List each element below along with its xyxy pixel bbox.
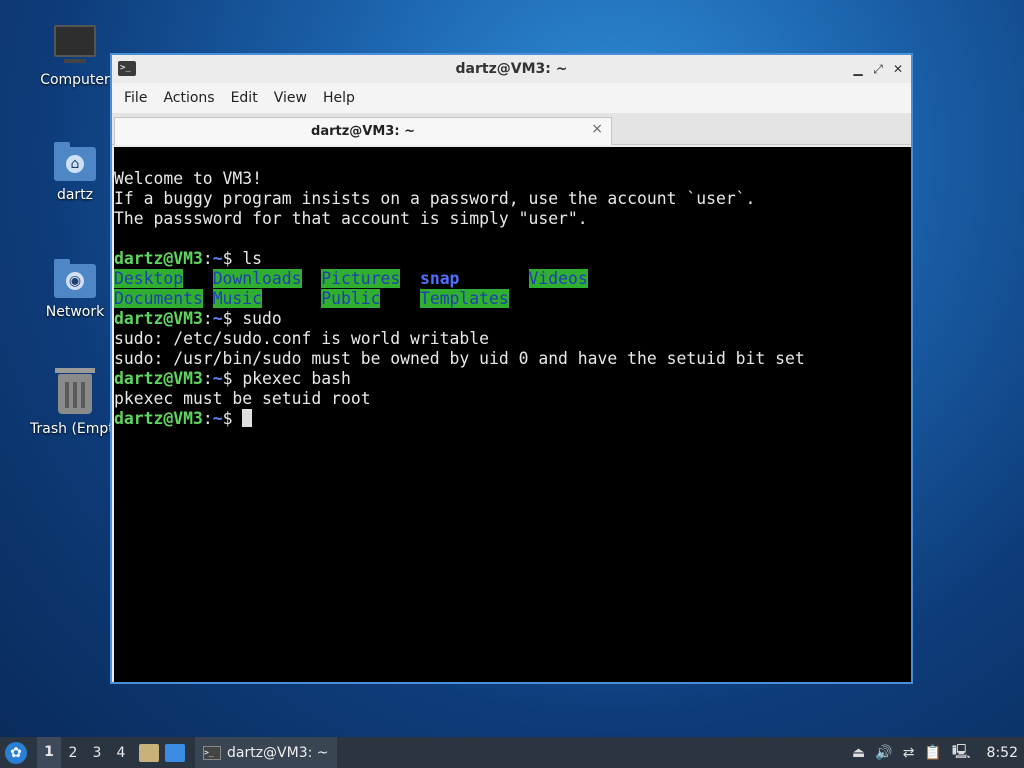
command-text: ls bbox=[242, 249, 263, 268]
output-line: sudo: /etc/sudo.conf is world writable bbox=[114, 329, 489, 348]
workspace-1[interactable]: 1 bbox=[37, 737, 61, 768]
clock[interactable]: 8:52 bbox=[987, 745, 1018, 761]
motd-line: If a buggy program insists on a password… bbox=[114, 189, 756, 208]
title-bar[interactable]: >_ dartz@VM3: ~ ▁ ⤢ ✕ bbox=[112, 55, 911, 83]
prompt-end: $ bbox=[222, 309, 243, 328]
text-cursor bbox=[242, 409, 253, 427]
prompt-end: $ bbox=[222, 369, 243, 388]
terminal-icon: >_ bbox=[203, 745, 221, 760]
start-menu-icon[interactable]: ✿ bbox=[5, 741, 27, 764]
prompt-end: $ bbox=[222, 249, 243, 268]
network-folder-icon: ◉ bbox=[54, 259, 96, 298]
prompt-sep: : bbox=[202, 249, 213, 268]
desktop-icon-label: Network bbox=[45, 304, 105, 320]
task-label: dartz@VM3: ~ bbox=[227, 744, 329, 761]
prompt-path: ~ bbox=[212, 409, 223, 428]
ls-output-row: Documents Music Public Templates bbox=[114, 289, 911, 309]
prompt-sep: : bbox=[202, 409, 213, 428]
computer-icon bbox=[54, 25, 96, 63]
dir-entry: Pictures bbox=[321, 269, 401, 288]
command-text: pkexec bash bbox=[242, 369, 351, 388]
motd-line: Welcome to VM3! bbox=[114, 169, 263, 188]
menu-help[interactable]: Help bbox=[315, 90, 363, 106]
eject-icon[interactable]: ⏏ bbox=[852, 745, 865, 761]
dir-entry: Desktop bbox=[114, 269, 184, 288]
taskbar: ✿ 1 2 3 4 >_ dartz@VM3: ~ ⏏ 🔊 ⇄ 📋 🖳 8:52 bbox=[0, 737, 1024, 768]
tab-title: dartz@VM3: ~ bbox=[311, 124, 415, 139]
home-folder-icon: ⌂ bbox=[54, 142, 96, 181]
command-line: dartz@VM3:~$ bbox=[114, 409, 911, 429]
prompt-path: ~ bbox=[212, 249, 223, 268]
prompt-sep: : bbox=[202, 369, 213, 388]
ls-output-row: Desktop Downloads Pictures snap Videos bbox=[114, 269, 911, 289]
desktop-icon-label: Trash (Empt bbox=[30, 421, 114, 437]
command-line: dartz@VM3:~$ ls bbox=[114, 249, 911, 269]
clipboard-icon[interactable]: 📋 bbox=[924, 745, 941, 761]
command-line: dartz@VM3:~$ pkexec bash bbox=[114, 369, 911, 389]
notification-icon[interactable]: 🖳 bbox=[952, 741, 971, 765]
show-desktop-icon[interactable] bbox=[165, 743, 185, 762]
prompt-user: dartz@VM3 bbox=[114, 249, 203, 268]
menu-file[interactable]: File bbox=[116, 90, 155, 106]
dir-entry: Templates bbox=[419, 289, 509, 308]
output-line: pkexec must be setuid root bbox=[114, 389, 371, 408]
tab-bar: dartz@VM3: ~ × bbox=[112, 113, 911, 145]
prompt-path: ~ bbox=[212, 309, 223, 328]
window-title: dartz@VM3: ~ bbox=[455, 61, 568, 77]
prompt-sep: : bbox=[202, 309, 213, 328]
dir-entry: Public bbox=[321, 289, 381, 308]
menu-bar: File Actions Edit View Help bbox=[112, 83, 911, 113]
menu-edit[interactable]: Edit bbox=[223, 90, 266, 106]
tab-close-icon[interactable]: × bbox=[591, 121, 603, 137]
taskbar-task-terminal[interactable]: >_ dartz@VM3: ~ bbox=[195, 737, 337, 768]
minimize-icon[interactable]: ▁ bbox=[849, 60, 867, 78]
dir-entry: snap bbox=[419, 269, 460, 288]
prompt-user: dartz@VM3 bbox=[114, 409, 203, 428]
terminal-app-icon[interactable]: >_ bbox=[118, 61, 136, 76]
desktop-icon-label: Computer bbox=[40, 72, 110, 88]
volume-icon[interactable]: 🔊 bbox=[875, 745, 892, 761]
terminal-window: >_ dartz@VM3: ~ ▁ ⤢ ✕ File Actions Edit … bbox=[110, 53, 913, 684]
tab-terminal[interactable]: dartz@VM3: ~ × bbox=[114, 117, 612, 145]
prompt-user: dartz@VM3 bbox=[114, 309, 203, 328]
workspace-2[interactable]: 2 bbox=[61, 745, 85, 761]
prompt-path: ~ bbox=[212, 369, 223, 388]
menu-view[interactable]: View bbox=[266, 90, 315, 106]
desktop-icon-label: dartz bbox=[56, 187, 94, 203]
command-text: sudo bbox=[242, 309, 282, 328]
command-line: dartz@VM3:~$ sudo bbox=[114, 309, 911, 329]
trash-icon bbox=[55, 368, 95, 414]
prompt-user: dartz@VM3 bbox=[114, 369, 203, 388]
dir-entry: Documents bbox=[114, 289, 203, 308]
dir-entry: Downloads bbox=[212, 269, 302, 288]
maximize-icon[interactable]: ⤢ bbox=[869, 60, 887, 78]
menu-actions[interactable]: Actions bbox=[155, 90, 222, 106]
workspace-4[interactable]: 4 bbox=[109, 745, 133, 761]
network-icon[interactable]: ⇄ bbox=[903, 745, 915, 761]
system-tray: ⏏ 🔊 ⇄ 📋 🖳 8:52 bbox=[852, 741, 1024, 765]
dir-entry: Videos bbox=[528, 269, 588, 288]
close-icon[interactable]: ✕ bbox=[889, 60, 907, 78]
prompt-end: $ bbox=[222, 409, 243, 428]
workspace-3[interactable]: 3 bbox=[85, 745, 109, 761]
motd-line: The passsword for that account is simply… bbox=[114, 209, 588, 228]
terminal-output[interactable]: Welcome to VM3! If a buggy program insist… bbox=[114, 147, 911, 682]
output-line: sudo: /usr/bin/sudo must be owned by uid… bbox=[114, 349, 805, 368]
dir-entry: Music bbox=[212, 289, 263, 308]
file-manager-icon[interactable] bbox=[139, 743, 159, 762]
